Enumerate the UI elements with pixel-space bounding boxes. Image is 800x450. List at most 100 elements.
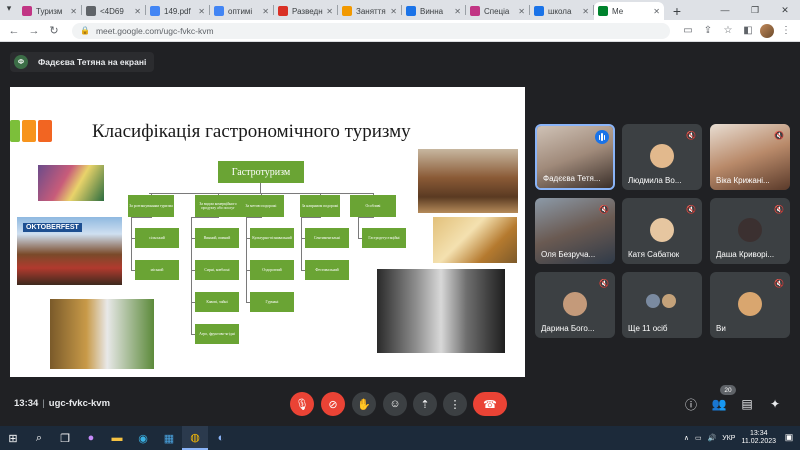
avatar	[662, 294, 676, 308]
chrome-taskbar-icon[interactable]: ◍	[182, 426, 208, 450]
muted-mic-icon: 🔇	[774, 130, 784, 140]
tree-subcategory: Оздоровчий	[250, 260, 294, 280]
sidebar-icon[interactable]: ◧	[740, 23, 756, 39]
tab-close-icon[interactable]: ✕	[198, 7, 205, 16]
browser-tab[interactable]: Спеціа ✕	[466, 2, 529, 20]
notifications-icon[interactable]: ▣	[782, 430, 796, 444]
participant-tile[interactable]: 🔇 Віка Крижані...	[710, 124, 790, 190]
file-explorer-icon[interactable]: ▬	[104, 426, 130, 450]
participant-tile[interactable]: 🔇 Людмила Во...	[622, 124, 702, 190]
participant-tile[interactable]: Ще 11 осіб	[622, 272, 702, 338]
classroom-icon	[342, 6, 352, 16]
people-icon[interactable]: 👥	[711, 396, 727, 412]
participant-tile[interactable]: 🔇 Дарина Бого...	[535, 272, 615, 338]
info-icon[interactable]: ⓘ	[683, 396, 699, 412]
presenting-banner: Ф Фадєєва Тетяна на екрані	[10, 52, 155, 72]
window-controls: — ❐ ✕	[710, 0, 800, 20]
tab-close-icon[interactable]: ✕	[582, 7, 589, 16]
pdf-icon	[150, 6, 160, 16]
emoji-reaction-button[interactable]: ☺	[383, 392, 407, 416]
participant-tile[interactable]: Фадєєва Тетя...	[535, 124, 615, 190]
tab-close-icon[interactable]: ✕	[454, 7, 461, 16]
browser-tab[interactable]: школа ✕	[530, 2, 593, 20]
browser-tab[interactable]: <4D69 ✕	[82, 2, 145, 20]
profile-avatar[interactable]	[760, 23, 774, 38]
volume-icon[interactable]: 🔊	[708, 434, 717, 442]
language-indicator[interactable]: УКР	[722, 435, 735, 442]
shared-presentation-slide[interactable]: Класифікація гастрономічного туризму OKT…	[10, 87, 525, 377]
participant-tile[interactable]: 🔇 Оля Безруча...	[535, 198, 615, 264]
tab-close-icon[interactable]: ✕	[134, 7, 141, 16]
speaking-indicator-icon	[595, 130, 609, 144]
address-bar[interactable]: 🔒 meet.google.com/ugc-fvkc-kvm	[72, 22, 670, 39]
browser-tab[interactable]: оптимі ✕	[210, 2, 273, 20]
minimize-button[interactable]: —	[710, 0, 740, 20]
participant-name: Оля Безруча...	[541, 250, 596, 259]
raise-hand-button[interactable]: ✋	[352, 392, 376, 416]
camera-permission-icon[interactable]: ▭	[680, 23, 696, 39]
deco-green-square	[10, 120, 20, 142]
browser-tab[interactable]: Ме ✕	[594, 2, 664, 20]
tab-close-icon[interactable]: ✕	[262, 7, 269, 16]
activities-icon[interactable]: ✦	[767, 396, 783, 412]
more-options-button[interactable]: ⋮	[443, 392, 467, 416]
menu-dots-icon[interactable]: ⋮	[778, 23, 794, 39]
tree-connector	[301, 217, 302, 270]
cortana-icon[interactable]: ●	[78, 426, 104, 450]
meeting-code: ugc-fvkc-kvm	[48, 398, 111, 409]
lock-icon: 🔒	[80, 26, 90, 35]
store-icon[interactable]: ▦	[156, 426, 182, 450]
tab-close-icon[interactable]: ✕	[326, 7, 333, 16]
reload-icon[interactable]: ↻	[46, 23, 62, 39]
bookmark-star-icon[interactable]: ☆	[720, 23, 736, 39]
back-arrow-icon[interactable]: ←	[6, 23, 22, 39]
tab-close-icon[interactable]: ✕	[70, 7, 77, 16]
task-view-icon[interactable]: ❐	[52, 426, 78, 450]
tab-close-icon[interactable]: ✕	[653, 7, 660, 16]
new-tab-button[interactable]: +	[668, 2, 686, 20]
windows-start-icon[interactable]: ⊞	[0, 426, 26, 450]
forward-arrow-icon[interactable]: →	[26, 23, 42, 39]
meeting-time: 13:34	[14, 398, 39, 409]
browser-tab[interactable]: 149.pdf ✕	[146, 2, 209, 20]
browser-tab[interactable]: Заняття ✕	[338, 2, 401, 20]
camera-off-button[interactable]: ⊘	[321, 392, 345, 416]
tree-subcategory: Гастродегустаційні	[362, 228, 406, 248]
restore-button[interactable]: ❐	[740, 0, 770, 20]
browser-tab[interactable]: Туризм ✕	[18, 2, 81, 20]
muted-mic-icon: 🔇	[599, 278, 609, 288]
muted-mic-icon: 🔇	[774, 204, 784, 214]
tray-chevron-icon[interactable]: ∧	[684, 434, 689, 442]
close-window-button[interactable]: ✕	[770, 0, 800, 20]
participant-tile[interactable]: 🔇 Катя Сабатюк	[622, 198, 702, 264]
participant-tile[interactable]: 🔇 Ви	[710, 272, 790, 338]
browser-tab[interactable]: Винна ✕	[402, 2, 465, 20]
presenter-avatar: Ф	[14, 55, 28, 69]
edge-icon[interactable]: ◉	[130, 426, 156, 450]
tab-close-icon[interactable]: ✕	[390, 7, 397, 16]
presenter-banner-text: Фадєєва Тетяна на екрані	[38, 57, 147, 67]
tab-title: Винна	[420, 6, 444, 16]
tree-subcategory: Винний, пивний	[195, 228, 239, 248]
photo-beekeeper	[50, 299, 154, 369]
share-icon[interactable]: ⇪	[700, 23, 716, 39]
end-call-button[interactable]: ☎	[473, 392, 507, 416]
muted-mic-icon: 🔇	[686, 204, 696, 214]
muted-mic-icon: 🔇	[686, 130, 696, 140]
avatar	[563, 292, 587, 316]
participant-name: Віка Крижані...	[716, 176, 770, 185]
network-icon[interactable]: ▭	[695, 434, 702, 442]
search-icon[interactable]: ⌕	[26, 426, 52, 450]
chat-icon[interactable]: ▤	[739, 396, 755, 412]
participant-name: Катя Сабатюк	[628, 250, 680, 259]
google-icon	[214, 6, 224, 16]
mic-off-button[interactable]: 🎙	[290, 392, 314, 416]
browser-tab[interactable]: Разведн ✕	[274, 2, 337, 20]
app-icon[interactable]: ◐	[208, 426, 234, 450]
tab-search-icon[interactable]: ▾	[0, 0, 18, 20]
present-screen-button[interactable]: ⇡	[413, 392, 437, 416]
taskbar-clock[interactable]: 13:34 11.02.2023	[741, 430, 776, 447]
participant-tile[interactable]: 🔇 Даша Криворі...	[710, 198, 790, 264]
tab-close-icon[interactable]: ✕	[518, 7, 525, 16]
participant-name: Ще 11 осіб	[628, 324, 668, 333]
